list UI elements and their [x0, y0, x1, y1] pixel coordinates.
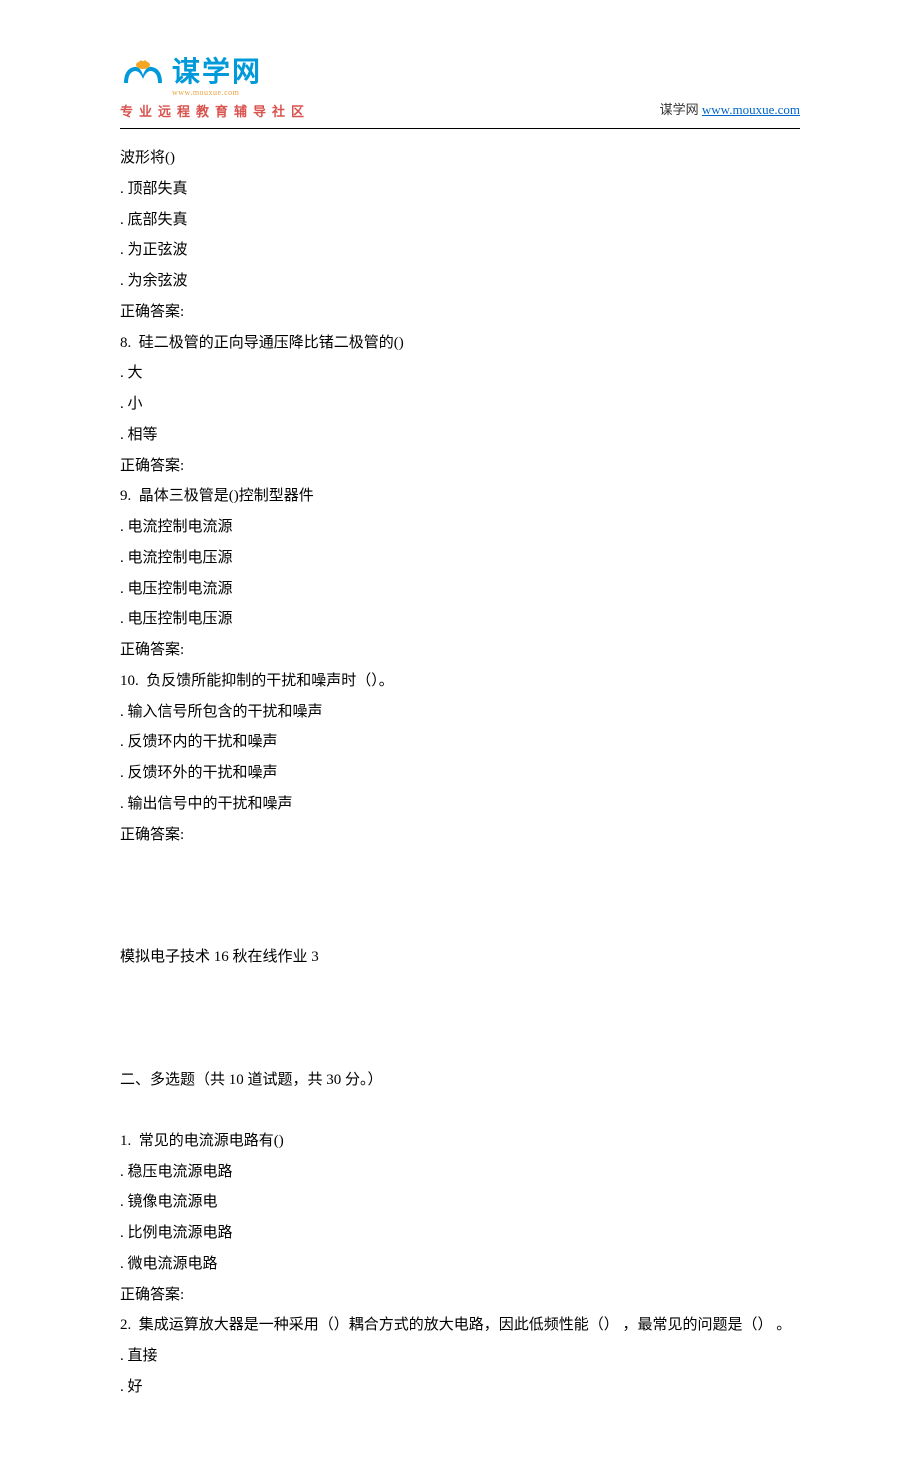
text-line: . 小 [120, 389, 800, 420]
logo-main-text: 谋学网 [172, 58, 262, 86]
text-line: 2. 集成运算放大器是一种采用（）耦合方式的放大电路，因此低频性能（） ，最常见… [120, 1310, 800, 1341]
text-line: . 反馈环内的干扰和噪声 [120, 727, 800, 758]
text-line: 正确答案: [120, 1280, 800, 1311]
text-line: . 为正弦波 [120, 235, 800, 266]
text-line: . 稳压电流源电路 [120, 1157, 800, 1188]
site-url-link[interactable]: www.mouxue.com [702, 102, 800, 117]
text-line: . 电压控制电压源 [120, 604, 800, 635]
text-line: 正确答案: [120, 297, 800, 328]
text-line: 9. 晶体三极管是()控制型器件 [120, 481, 800, 512]
page-header: 谋学网 www.mouxue.com 专业远程教育辅导社区 谋学网 www.mo… [120, 58, 800, 120]
text-line: . 顶部失真 [120, 174, 800, 205]
text-line: . 比例电流源电路 [120, 1218, 800, 1249]
logo-top: 谋学网 www.mouxue.com [120, 58, 262, 97]
logo-icon [120, 59, 166, 97]
text-line: 正确答案: [120, 635, 800, 666]
section-title: 模拟电子技术 16 秋在线作业 3 [120, 942, 800, 973]
text-line: 8. 硅二极管的正向导通压降比锗二极管的() [120, 328, 800, 359]
header-site-link: 谋学网 www.mouxue.com [660, 99, 800, 120]
spacer [120, 973, 800, 1065]
text-line: . 电流控制电流源 [120, 512, 800, 543]
text-line: 正确答案: [120, 451, 800, 482]
header-divider [120, 128, 800, 129]
logo-text-block: 谋学网 www.mouxue.com [172, 58, 262, 97]
text-line: 波形将() [120, 143, 800, 174]
text-line: . 微电流源电路 [120, 1249, 800, 1280]
document-content: 波形将() . 顶部失真 . 底部失真 . 为正弦波 . 为余弦波 正确答案: … [120, 143, 800, 1403]
text-line: . 电流控制电压源 [120, 543, 800, 574]
text-line: . 相等 [120, 420, 800, 451]
logo-block: 谋学网 www.mouxue.com 专业远程教育辅导社区 [120, 58, 310, 120]
text-line: . 反馈环外的干扰和噪声 [120, 758, 800, 789]
site-label: 谋学网 [660, 102, 699, 117]
text-line: 正确答案: [120, 820, 800, 851]
section-heading: 二、多选题（共 10 道试题，共 30 分。） [120, 1065, 800, 1096]
text-line: . 镜像电流源电 [120, 1187, 800, 1218]
text-line: . 底部失真 [120, 205, 800, 236]
text-line: . 好 [120, 1372, 800, 1403]
text-line: . 输出信号中的干扰和噪声 [120, 789, 800, 820]
text-line: . 大 [120, 358, 800, 389]
text-line: . 输入信号所包含的干扰和噪声 [120, 697, 800, 728]
text-line: 10. 负反馈所能抑制的干扰和噪声时（）。 [120, 666, 800, 697]
logo-sub-text: www.mouxue.com [172, 88, 262, 97]
text-line: . 直接 [120, 1341, 800, 1372]
spacer [120, 1096, 800, 1126]
spacer [120, 850, 800, 942]
logo-slogan: 专业远程教育辅导社区 [120, 101, 310, 120]
document-page: 谋学网 www.mouxue.com 专业远程教育辅导社区 谋学网 www.mo… [0, 0, 920, 1463]
text-line: 1. 常见的电流源电路有() [120, 1126, 800, 1157]
text-line: . 电压控制电流源 [120, 574, 800, 605]
text-line: . 为余弦波 [120, 266, 800, 297]
